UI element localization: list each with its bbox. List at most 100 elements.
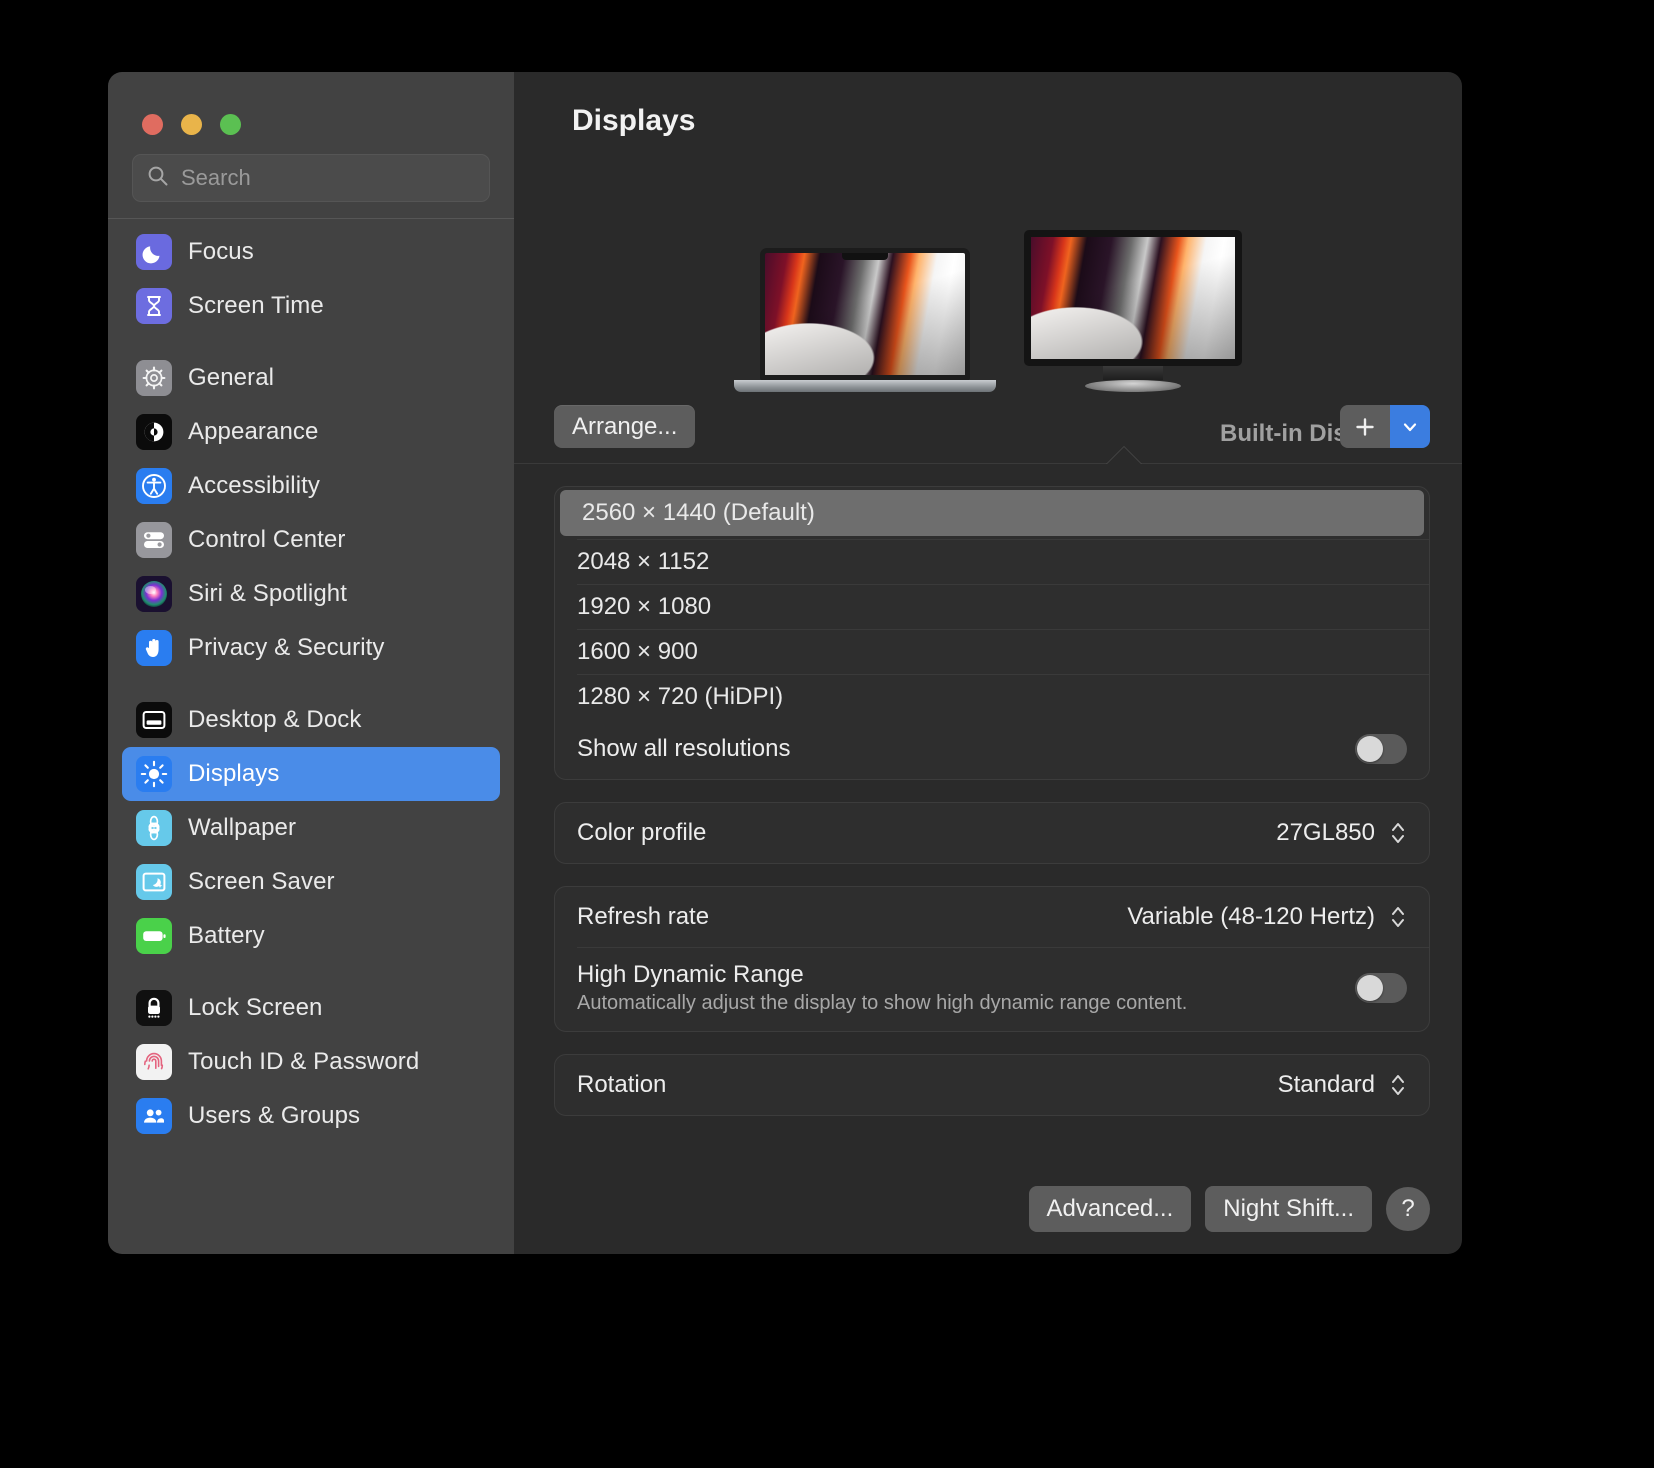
sidebar-item-label: Wallpaper	[188, 814, 297, 841]
resolution-option[interactable]: 1280 × 720 (HiDPI)	[555, 674, 1429, 719]
stepper-icon[interactable]	[1389, 902, 1407, 932]
sidebar-item-label: Screen Time	[188, 292, 324, 319]
nav-group-2: Desktop & Dock Displays Wallpaper Screen Sa…	[122, 693, 500, 981]
settings-nav-list[interactable]: Focus Screen Time General Appearance Accessi…	[108, 219, 514, 1254]
search-box[interactable]	[132, 154, 490, 202]
color-profile-row[interactable]: Color profile 27GL850	[555, 803, 1429, 863]
refresh-hdr-card: Refresh rate Variable (48-120 Hertz) Hig…	[554, 886, 1430, 1032]
display-thumb-external[interactable]	[1024, 230, 1242, 392]
sidebar-item-battery[interactable]: Battery	[122, 909, 500, 963]
sidebar-item-label: Focus	[188, 238, 254, 265]
search-input[interactable]	[181, 165, 475, 191]
wallpaper-preview	[1031, 237, 1235, 359]
sidebar-item-label: General	[188, 364, 275, 391]
lock-icon	[136, 990, 172, 1026]
hdr-row[interactable]: High Dynamic Range Automatically adjust …	[555, 947, 1429, 1031]
sidebar-item-lock-screen[interactable]: Lock Screen	[122, 981, 500, 1035]
sidebar-item-appearance[interactable]: Appearance	[122, 405, 500, 459]
sidebar-item-accessibility[interactable]: Accessibility	[122, 459, 500, 513]
resolution-option[interactable]: 2048 × 1152	[555, 539, 1429, 584]
sidebar-item-privacy-security[interactable]: Privacy & Security	[122, 621, 500, 675]
toggle-knob	[1357, 975, 1383, 1001]
wallpaper-preview	[765, 253, 965, 375]
sliders-icon	[136, 522, 172, 558]
sidebar-item-focus[interactable]: Focus	[122, 225, 500, 279]
sidebar-item-desktop-dock[interactable]: Desktop & Dock	[122, 693, 500, 747]
display-thumb-builtin[interactable]	[734, 248, 996, 392]
advanced-button[interactable]: Advanced...	[1028, 1186, 1192, 1232]
sidebar-item-users-groups[interactable]: Users & Groups	[122, 1089, 500, 1143]
sidebar-item-label: Desktop & Dock	[188, 706, 362, 733]
sidebar-item-general[interactable]: General	[122, 351, 500, 405]
rotation-row[interactable]: Rotation Standard	[555, 1055, 1429, 1115]
sidebar-item-label: Siri & Spotlight	[188, 580, 348, 607]
window-traffic-lights	[108, 72, 514, 144]
hourglass-icon	[136, 288, 172, 324]
search-icon	[147, 165, 169, 192]
sidebar-item-screen-saver[interactable]: Screen Saver	[122, 855, 500, 909]
hdr-toggle[interactable]	[1355, 973, 1407, 1003]
laptop-screen	[760, 248, 970, 380]
page-title: Displays	[572, 104, 696, 137]
resolution-option[interactable]: 1920 × 1080	[555, 584, 1429, 629]
sidebar-item-label: Appearance	[188, 418, 319, 445]
monitor-foot	[1085, 380, 1181, 392]
resolution-option[interactable]: 1600 × 900	[555, 629, 1429, 674]
help-button[interactable]: ?	[1386, 1187, 1430, 1231]
sidebar-item-wallpaper[interactable]: Wallpaper	[122, 801, 500, 855]
color-profile-card: Color profile 27GL850	[554, 802, 1430, 864]
sidebar-item-siri-spotlight[interactable]: Siri & Spotlight	[122, 567, 500, 621]
add-display-group[interactable]	[1340, 405, 1430, 448]
brightness-icon	[136, 756, 172, 792]
battery-icon	[136, 918, 172, 954]
rotation-value-group[interactable]: Standard	[1278, 1070, 1407, 1100]
fingerprint-icon	[136, 1044, 172, 1080]
stepper-icon[interactable]	[1389, 1070, 1407, 1100]
nav-group-3: Lock Screen Touch ID & Password Users & Gr…	[122, 981, 500, 1161]
rotation-label: Rotation	[577, 1071, 667, 1098]
refresh-rate-value: Variable (48-120 Hertz)	[1127, 903, 1375, 930]
siri-orb-icon	[136, 576, 172, 612]
stepper-icon[interactable]	[1389, 818, 1407, 848]
sidebar-item-label: Screen Saver	[188, 868, 335, 895]
chevron-down-icon[interactable]	[1390, 405, 1430, 448]
displays-header: Displays Built-in Display Arrange...	[514, 72, 1462, 464]
sidebar-item-touch-id-password[interactable]: Touch ID & Password	[122, 1035, 500, 1089]
minimize-button[interactable]	[181, 114, 202, 135]
resolution-option[interactable]: 2560 × 1440 (Default)	[560, 490, 1424, 536]
refresh-rate-row[interactable]: Refresh rate Variable (48-120 Hertz)	[555, 887, 1429, 947]
nav-group-0: Focus Screen Time	[122, 225, 500, 351]
plus-icon[interactable]	[1340, 405, 1390, 448]
hdr-description: Automatically adjust the display to show…	[577, 992, 1188, 1014]
sidebar-item-displays[interactable]: Displays	[122, 747, 500, 801]
displays-settings-body: 2560 × 1440 (Default) 2048 × 1152 1920 × 1…	[514, 464, 1462, 1254]
color-profile-value-group[interactable]: 27GL850	[1276, 818, 1407, 848]
nav-group-1: General Appearance Accessibility Control Ce…	[122, 351, 500, 693]
selected-display-caret	[1107, 447, 1141, 464]
night-shift-button[interactable]: Night Shift...	[1205, 1186, 1372, 1232]
color-profile-value: 27GL850	[1276, 819, 1375, 846]
users-icon	[136, 1098, 172, 1134]
resolution-list[interactable]: 2560 × 1440 (Default) 2048 × 1152 1920 × 1…	[555, 490, 1429, 719]
color-profile-label: Color profile	[577, 819, 707, 846]
rotation-value: Standard	[1277, 1071, 1375, 1098]
maximize-button[interactable]	[220, 114, 241, 135]
arrange-button[interactable]: Arrange...	[554, 405, 696, 448]
show-all-resolutions-row[interactable]: Show all resolutions	[555, 719, 1429, 779]
close-button[interactable]	[142, 114, 163, 135]
monitor-stand	[1103, 366, 1163, 380]
sidebar-item-label: Lock Screen	[188, 994, 323, 1021]
screensaver-icon	[136, 864, 172, 900]
sidebar-item-label: Users & Groups	[188, 1102, 361, 1129]
show-all-resolutions-toggle[interactable]	[1355, 734, 1407, 764]
notch	[842, 253, 888, 260]
refresh-rate-label: Refresh rate	[577, 903, 710, 930]
sidebar-item-screen-time[interactable]: Screen Time	[122, 279, 500, 333]
hand-icon	[136, 630, 172, 666]
refresh-rate-value-group[interactable]: Variable (48-120 Hertz)	[1127, 902, 1407, 932]
laptop-base	[734, 380, 996, 392]
flower-icon	[136, 810, 172, 846]
sidebar-item-control-center[interactable]: Control Center	[122, 513, 500, 567]
sidebar: Focus Screen Time General Appearance Accessi…	[108, 72, 514, 1254]
sidebar-item-label: Control Center	[188, 526, 346, 553]
